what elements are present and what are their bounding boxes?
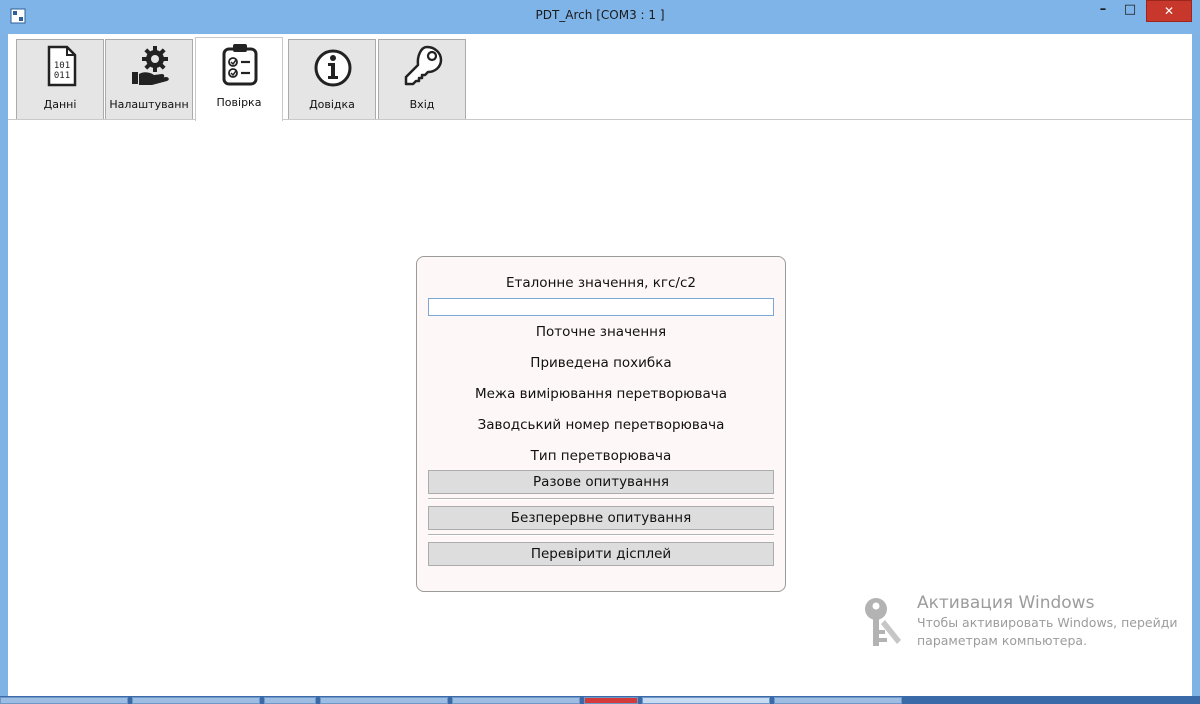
minimize-button[interactable]: – (1090, 0, 1116, 22)
app-window: PDT_Arch [COM3 : 1 ] – □ ✕ 101 011 Данні (0, 0, 1200, 696)
client-area: 101 011 Данні Налаштуванн Повірка Довідк… (8, 34, 1192, 696)
tab-bar: 101 011 Данні Налаштуванн Повірка Довідк… (8, 34, 1192, 121)
serial-number-label: Заводський номер перетворювача (477, 417, 725, 433)
taskbar-item[interactable] (0, 697, 128, 704)
taskbar-item-active[interactable] (642, 697, 770, 704)
gear-hand-icon (132, 46, 169, 85)
watermark-title: Активация Windows (917, 593, 1095, 613)
converter-type-label: Тип перетворювача (530, 448, 672, 464)
watermark-line-1: Чтобы активировать Windows, перейди (917, 615, 1178, 630)
reduced-error-label: Приведена похибка (530, 355, 672, 371)
check-display-button[interactable]: Перевірити дісплей (428, 542, 774, 566)
taskbar (0, 696, 1200, 704)
continuous-poll-button[interactable]: Безперервне опитування (428, 506, 774, 530)
tab-verification-label: Повірка (216, 96, 262, 109)
separator (428, 534, 774, 536)
tab-verification[interactable]: Повірка (195, 37, 283, 121)
close-button[interactable]: ✕ (1146, 0, 1192, 22)
current-value-label: Поточне значення (535, 324, 667, 340)
tab-login-label: Вхід (409, 98, 435, 111)
info-icon (314, 49, 352, 87)
window-title: PDT_Arch [COM3 : 1 ] (535, 8, 665, 22)
tab-data[interactable]: 101 011 Данні (16, 39, 104, 119)
tab-settings-label: Налаштуванн (109, 98, 189, 111)
taskbar-item[interactable] (132, 697, 260, 704)
tab-help[interactable]: Довідка (288, 39, 376, 119)
taskbar-item[interactable] (584, 697, 638, 704)
tab-settings[interactable]: Налаштуванн (105, 39, 193, 119)
taskbar-item[interactable] (774, 697, 902, 704)
svg-text:011: 011 (54, 71, 70, 81)
taskbar-item[interactable] (320, 697, 448, 704)
measurement-limit-label: Межа вимірювання перетворювача (474, 386, 728, 402)
taskbar-item[interactable] (264, 697, 316, 704)
separator (428, 498, 774, 500)
binary-data-icon: 101 011 (47, 45, 77, 87)
watermark-line-2: параметрам компьютера. (917, 633, 1088, 648)
reference-value-input[interactable] (428, 298, 774, 316)
tab-data-label: Данні (43, 98, 77, 111)
title-bar[interactable]: PDT_Arch [COM3 : 1 ] – □ ✕ (0, 0, 1200, 34)
single-poll-button[interactable]: Разове опитування (428, 470, 774, 494)
tab-help-label: Довідка (309, 98, 355, 111)
taskbar-item[interactable] (452, 697, 580, 704)
clipboard-check-icon (222, 44, 258, 86)
reference-value-label: Еталонне значення, кгс/с2 (506, 275, 696, 291)
maximize-button[interactable]: □ (1117, 0, 1143, 22)
svg-text:101: 101 (54, 61, 70, 71)
tab-login[interactable]: Вхід (378, 39, 466, 119)
key-icon (865, 598, 901, 646)
verification-panel: Еталонне значення, кгс/с2 Поточне значен… (416, 256, 786, 592)
key-icon (404, 45, 443, 86)
